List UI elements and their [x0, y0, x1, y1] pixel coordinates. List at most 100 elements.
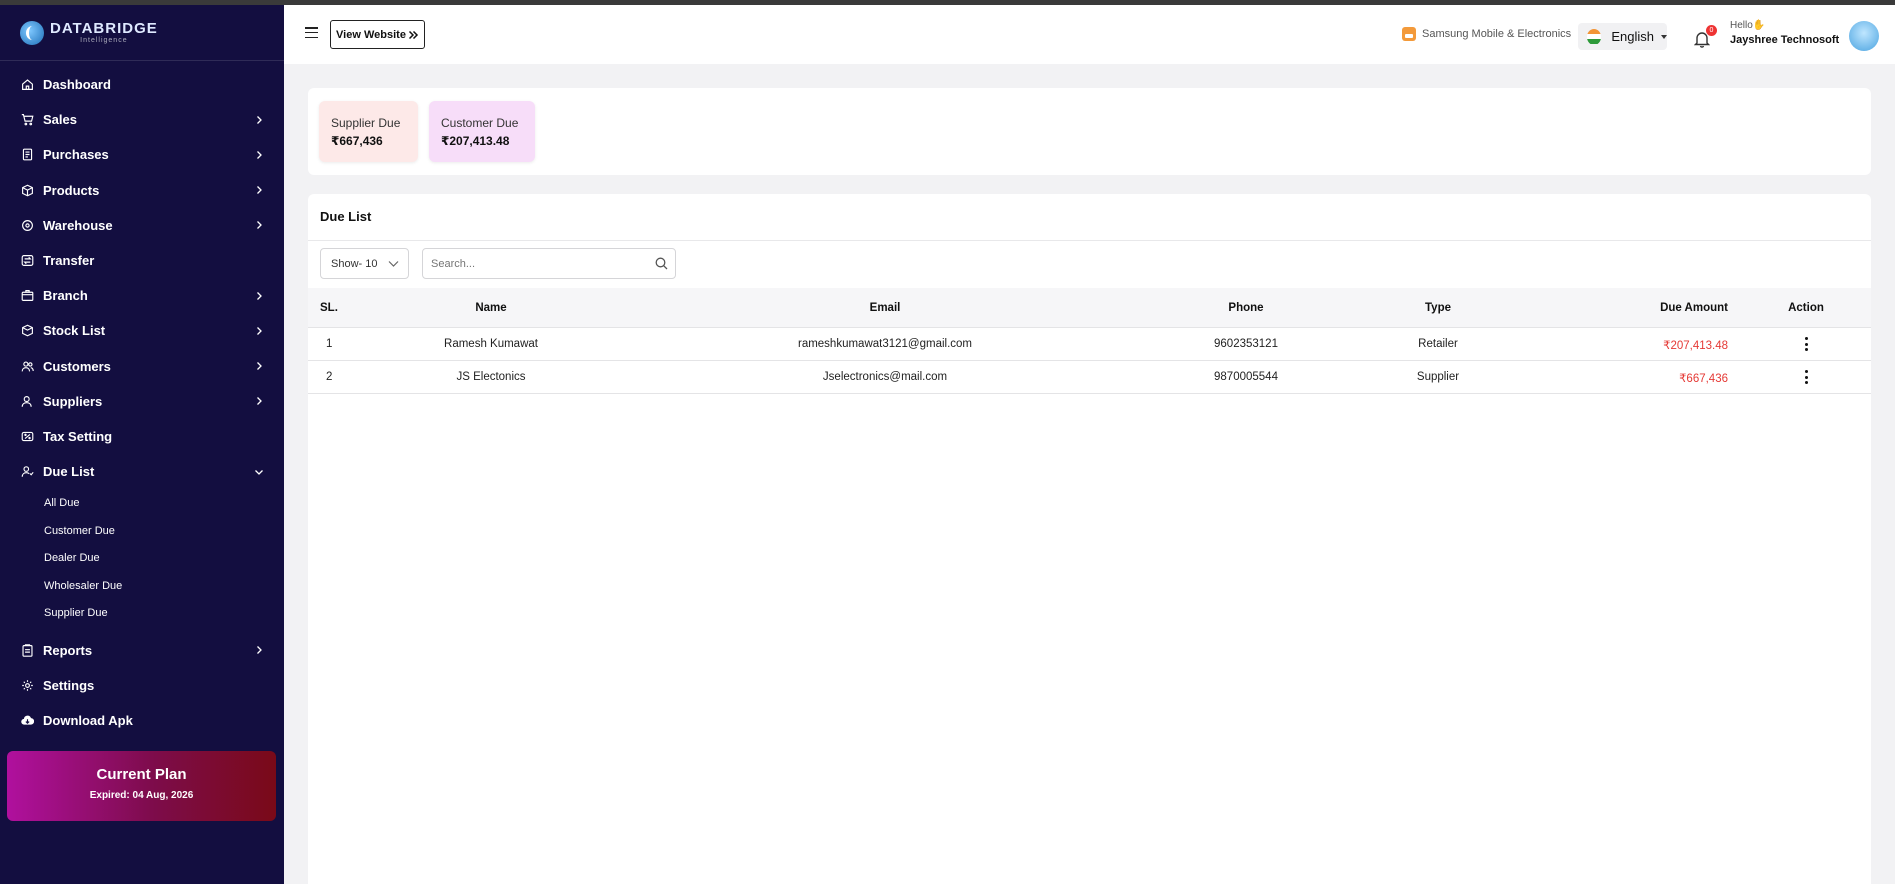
submenu-item-all-due[interactable]: All Due	[44, 489, 284, 517]
chevron-right-icon	[257, 362, 262, 371]
sidebar-item-products[interactable]: Products	[0, 173, 284, 208]
sidebar-item-sales[interactable]: Sales	[0, 102, 284, 137]
sidebar-item-stock-list[interactable]: Stock List	[0, 313, 284, 348]
cell-sl: 1	[326, 338, 333, 350]
customer-due-label: Customer Due	[441, 116, 519, 130]
sidebar-item-purchases[interactable]: Purchases	[0, 137, 284, 172]
brand-subtitle: Intelligence	[80, 37, 128, 44]
chevron-right-icon	[257, 221, 262, 230]
sidebar-item-label: Suppliers	[43, 393, 103, 409]
sidebar-item-label: Download Apk	[43, 713, 133, 729]
sidebar-item-label: Tax Setting	[43, 428, 113, 444]
reports-icon	[21, 644, 34, 657]
column-header-sl[interactable]: SL.	[320, 302, 338, 314]
sidebar-item-download-apk[interactable]: Download Apk	[0, 703, 284, 738]
search-icon[interactable]	[655, 257, 668, 270]
more-actions-icon[interactable]	[1805, 370, 1809, 385]
sidebar-item-warehouse[interactable]: Warehouse	[0, 208, 284, 243]
cart-icon	[21, 113, 34, 126]
table-row[interactable]: 2 JS Electonics Jselectronics@mail.com 9…	[308, 361, 1871, 394]
chevron-right-icon	[257, 186, 262, 195]
store-selector[interactable]: Samsung Mobile & Electronics	[1402, 27, 1571, 41]
submenu-item-wholesaler-due[interactable]: Wholesaler Due	[44, 572, 284, 600]
more-actions-icon[interactable]	[1805, 337, 1809, 352]
sidebar-item-settings[interactable]: Settings	[0, 668, 284, 703]
cell-name: Ramesh Kumawat	[444, 338, 538, 350]
sidebar-item-dashboard[interactable]: Dashboard	[0, 67, 284, 102]
sidebar-item-suppliers[interactable]: Suppliers	[0, 384, 284, 419]
brand-logo[interactable]: DATABRIDGE Intelligence	[0, 5, 284, 61]
column-header-name[interactable]: Name	[475, 302, 506, 314]
cell-type: Supplier	[1416, 371, 1460, 383]
page-size-select[interactable]: Show- 10	[320, 248, 409, 279]
tax-icon	[21, 430, 34, 443]
column-header-due-amount[interactable]: Due Amount	[1660, 302, 1728, 314]
divider	[308, 240, 1871, 241]
chevron-right-icon	[257, 397, 262, 406]
chevron-down-icon	[255, 469, 263, 475]
stock-icon	[21, 324, 34, 337]
cell-email: rameshkumawat3121@gmail.com	[797, 338, 973, 350]
supplier-icon	[21, 395, 34, 408]
column-header-email[interactable]: Email	[870, 302, 901, 314]
avatar[interactable]	[1849, 21, 1879, 51]
column-header-type[interactable]: Type	[1425, 302, 1451, 314]
current-plan-card[interactable]: Current Plan Expired: 04 Aug, 2026	[7, 751, 276, 821]
hamburger-menu-icon[interactable]	[305, 27, 318, 39]
view-website-button[interactable]: View Website	[330, 20, 425, 49]
user-greeting: Hello	[1730, 20, 1753, 31]
cell-sl: 2	[326, 371, 333, 383]
language-label: English	[1611, 29, 1654, 44]
search-box	[422, 248, 676, 279]
sidebar: DATABRIDGE Intelligence Dashboard Sales …	[0, 5, 284, 884]
wave-icon: ✋	[1752, 20, 1766, 31]
users-icon	[21, 360, 34, 373]
search-input[interactable]	[431, 249, 641, 278]
sidebar-item-due-list[interactable]: Due List	[0, 454, 284, 489]
sidebar-item-transfer[interactable]: Transfer	[0, 243, 284, 278]
submenu-item-customer-due[interactable]: Customer Due	[44, 517, 284, 545]
cell-phone: 9602353121	[1214, 338, 1278, 350]
due-summary: Supplier Due ₹667,436 Customer Due ₹207,…	[308, 88, 1871, 175]
sidebar-item-label: Settings	[43, 678, 95, 694]
chevron-right-icon	[257, 151, 262, 159]
cell-name: JS Electonics	[456, 371, 526, 383]
box-icon	[21, 184, 34, 197]
customer-due-card[interactable]: Customer Due ₹207,413.48	[429, 101, 535, 162]
sidebar-item-label: Products	[43, 182, 100, 198]
caret-down-icon	[1661, 34, 1667, 39]
sidebar-item-reports[interactable]: Reports	[0, 633, 284, 668]
sidebar-item-tax-setting[interactable]: Tax Setting	[0, 419, 284, 454]
india-flag-icon	[1587, 28, 1602, 45]
chevron-right-icon	[257, 291, 262, 300]
cell-due-amount: ₹667,436	[1679, 373, 1728, 385]
branch-icon	[21, 289, 34, 302]
double-chevron-right-icon	[408, 30, 419, 39]
chevron-right-icon	[257, 115, 262, 124]
page-size-label: Show- 10	[331, 257, 378, 270]
due-list-submenu: All Due Customer Due Dealer Due Wholesal…	[0, 489, 284, 627]
submenu-item-supplier-due[interactable]: Supplier Due	[44, 599, 284, 627]
gear-icon	[21, 679, 34, 692]
language-dropdown[interactable]: English	[1578, 23, 1667, 50]
sidebar-item-customers[interactable]: Customers	[0, 349, 284, 384]
cell-phone: 9870005544	[1214, 371, 1278, 383]
plan-title: Current Plan	[96, 766, 187, 783]
view-website-label: View Website	[336, 28, 406, 41]
due-icon	[21, 465, 34, 478]
submenu-item-dealer-due[interactable]: Dealer Due	[44, 544, 284, 572]
sidebar-nav: Dashboard Sales Purchases Products Wareh…	[0, 61, 284, 489]
due-list-panel: Due List Show- 10 SL. Name Email Phone T…	[308, 194, 1871, 884]
sidebar-item-branch[interactable]: Branch	[0, 278, 284, 313]
user-info[interactable]: Hello✋ Jayshree Technosoft	[1730, 19, 1839, 48]
logo-icon	[20, 20, 44, 45]
supplier-due-card[interactable]: Supplier Due ₹667,436	[319, 101, 418, 162]
cell-email: Jselectronics@mail.com	[822, 371, 948, 383]
column-header-phone[interactable]: Phone	[1228, 302, 1263, 314]
table-row[interactable]: 1 Ramesh Kumawat rameshkumawat3121@gmail…	[308, 328, 1871, 361]
store-icon	[1402, 27, 1416, 41]
top-bar: View Website Samsung Mobile & Electronic…	[284, 5, 1895, 64]
sidebar-item-label: Stock List	[43, 323, 106, 339]
column-header-action: Action	[1788, 302, 1824, 314]
sidebar-item-label: Purchases	[43, 147, 109, 163]
